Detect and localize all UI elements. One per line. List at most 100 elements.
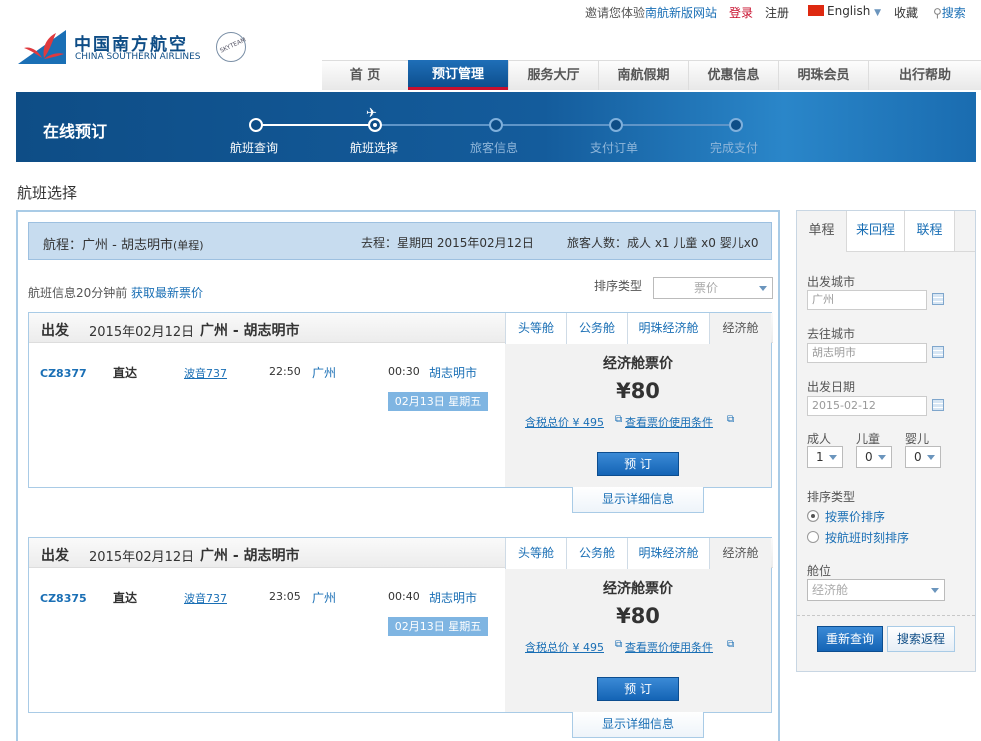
sort-price-radio[interactable]: [807, 510, 819, 522]
tax-total-link[interactable]: 含税总价 ¥ 495: [525, 639, 604, 655]
step-2-dot: [368, 118, 382, 132]
city-list-icon[interactable]: [932, 346, 944, 358]
flight-header: 出发 2015年02月12日 广州 - 胡志明市 头等舱 公务舱 明珠经济舱 经…: [29, 538, 773, 571]
login-link[interactable]: 登录: [729, 6, 753, 20]
book-button[interactable]: 预 订: [597, 452, 679, 476]
fare-rules-link[interactable]: 查看票价使用条件: [625, 639, 713, 655]
tab-pearl-economy[interactable]: 明珠经济舱: [627, 313, 709, 345]
search-link[interactable]: ⚲搜索: [933, 4, 966, 21]
from-city-input[interactable]: 广州: [807, 290, 927, 310]
to-city-label: 去往城市: [807, 327, 856, 341]
aircraft-link[interactable]: 波音737: [184, 365, 227, 381]
cabin-select[interactable]: 经济舱: [807, 579, 945, 601]
arrival-city: 胡志明市: [429, 591, 478, 605]
tab-pearl-economy[interactable]: 明珠经济舱: [627, 538, 709, 570]
refresh-price-link[interactable]: 获取最新票价: [131, 284, 203, 301]
tax-total-link[interactable]: 含税总价 ¥ 495: [525, 414, 604, 430]
show-details-button[interactable]: 显示详细信息: [572, 712, 704, 738]
step-1-label: 航班查询: [230, 141, 279, 155]
tab-multi-city[interactable]: 联程: [905, 211, 955, 251]
infant-select[interactable]: 0: [905, 446, 941, 468]
date-input[interactable]: 2015-02-12: [807, 396, 927, 416]
tab-business-class[interactable]: 公务舱: [566, 538, 627, 570]
external-link-icon: ⧉: [727, 639, 735, 650]
fare-rules-link[interactable]: 查看票价使用条件: [625, 414, 713, 430]
nav-membership[interactable]: 明珠会员: [778, 60, 868, 90]
chevron-down-icon: [759, 286, 767, 291]
flight-type: 直达: [113, 366, 138, 380]
flight-head-route: 广州 - 胡志明市: [200, 548, 300, 564]
flight-number-link[interactable]: CZ8375: [40, 592, 87, 605]
search-return-button[interactable]: 搜索返程: [887, 626, 955, 652]
price-title: 经济舱票价: [603, 581, 673, 597]
price-box: 经济舱票价 ¥80 含税总价 ¥ 495 ⧉ 查看票价使用条件 ⧉ 预 订: [505, 344, 771, 487]
external-link-icon: ⧉: [727, 414, 735, 425]
step-4-label: 支付订单: [590, 141, 639, 155]
flight-number-link[interactable]: CZ8377: [40, 367, 87, 380]
step-4-dot: [609, 118, 623, 132]
language-label: English: [827, 4, 871, 18]
nav-booking[interactable]: 预订管理: [408, 60, 508, 90]
nav-service[interactable]: 服务大厅: [508, 60, 598, 90]
tab-one-way[interactable]: 单程: [797, 211, 847, 252]
step-1-dot: [249, 118, 263, 132]
nav-offers[interactable]: 优惠信息: [688, 60, 778, 90]
sort-select[interactable]: 票价: [653, 277, 773, 299]
airline-logo[interactable]: 中国南方航空 CHINA SOUTHERN AIRLINES SKYTEAM: [16, 28, 256, 68]
departure-city: 广州: [312, 591, 337, 605]
sort-type-label: 排序类型: [807, 490, 856, 504]
top-bar: 邀请您体验 南航新版网站 登录 注册 English ▼ 收藏 ⚲搜索: [0, 0, 981, 24]
search-icon: ⚲: [933, 6, 942, 20]
adult-select[interactable]: 1: [807, 446, 843, 468]
to-city-input[interactable]: 胡志明市: [807, 343, 927, 363]
sort-price-label[interactable]: 按票价排序: [825, 508, 885, 525]
requery-button[interactable]: 重新查询: [817, 626, 883, 652]
departure-city: 广州: [312, 366, 337, 380]
route-date: 去程：星期四 2015年02月12日: [361, 236, 534, 250]
sort-time-label[interactable]: 按航班时刻排序: [825, 529, 909, 546]
external-link-icon: ⧉: [615, 414, 623, 425]
flight-head-label: 出发: [41, 548, 69, 564]
flight-card: 出发 2015年02月12日 广州 - 胡志明市 头等舱 公务舱 明珠经济舱 经…: [28, 312, 773, 488]
chevron-down-icon: ▼: [874, 8, 882, 18]
aircraft-link[interactable]: 波音737: [184, 590, 227, 606]
tab-first-class[interactable]: 头等舱: [505, 313, 566, 345]
calendar-icon[interactable]: [932, 399, 944, 411]
logo-en-text: CHINA SOUTHERN AIRLINES: [75, 52, 201, 62]
step-3-dot: [489, 118, 503, 132]
progress-line-done: [262, 124, 376, 126]
tab-round-trip[interactable]: 来回程: [847, 211, 905, 251]
step-5-dot: [729, 118, 743, 132]
search-sidebar: 单程 来回程 联程 出发城市 广州 去往城市 胡志明市 出发日期 2015-02…: [796, 210, 976, 672]
tab-business-class[interactable]: 公务舱: [566, 313, 627, 345]
city-list-icon[interactable]: [932, 293, 944, 305]
sort-time-radio[interactable]: [807, 531, 819, 543]
date-label: 出发日期: [807, 380, 856, 394]
book-button[interactable]: 预 订: [597, 677, 679, 701]
register-link[interactable]: 注册: [765, 6, 789, 20]
favorites-link[interactable]: 收藏: [894, 6, 918, 20]
child-select-value: 0: [865, 450, 873, 464]
cabin-label: 舱位: [807, 564, 832, 578]
chevron-down-icon: [878, 455, 886, 460]
language-switch[interactable]: English ▼: [827, 4, 881, 18]
main-nav: 首 页 预订管理 服务大厅 南航假期 优惠信息 明珠会员 出行帮助: [322, 60, 981, 92]
route-trip: 航程：广州 - 胡志明市: [43, 238, 173, 253]
nav-help[interactable]: 出行帮助: [868, 60, 981, 90]
child-select[interactable]: 0: [856, 446, 892, 468]
skyteam-logo-icon: SKYTEAM: [216, 32, 247, 62]
route-passengers: 旅客人数：成人 x1 儿童 x0 婴儿x0: [567, 236, 759, 250]
nav-holiday[interactable]: 南航假期: [598, 60, 688, 90]
flight-head-route: 广州 - 胡志明市: [200, 323, 300, 339]
show-details-button[interactable]: 显示详细信息: [572, 487, 704, 513]
nav-home[interactable]: 首 页: [322, 60, 408, 90]
tab-economy[interactable]: 经济舱: [709, 313, 771, 346]
info-age: 航班信息20分钟前: [28, 286, 128, 300]
flight-card: 出发 2015年02月12日 广州 - 胡志明市 头等舱 公务舱 明珠经济舱 经…: [28, 537, 773, 713]
external-link-icon: ⧉: [615, 639, 623, 650]
price-title: 经济舱票价: [603, 356, 673, 372]
tab-first-class[interactable]: 头等舱: [505, 538, 566, 570]
tab-economy[interactable]: 经济舱: [709, 538, 771, 571]
new-site-link[interactable]: 南航新版网站: [645, 6, 717, 20]
kapok-logo-icon: [18, 30, 66, 64]
